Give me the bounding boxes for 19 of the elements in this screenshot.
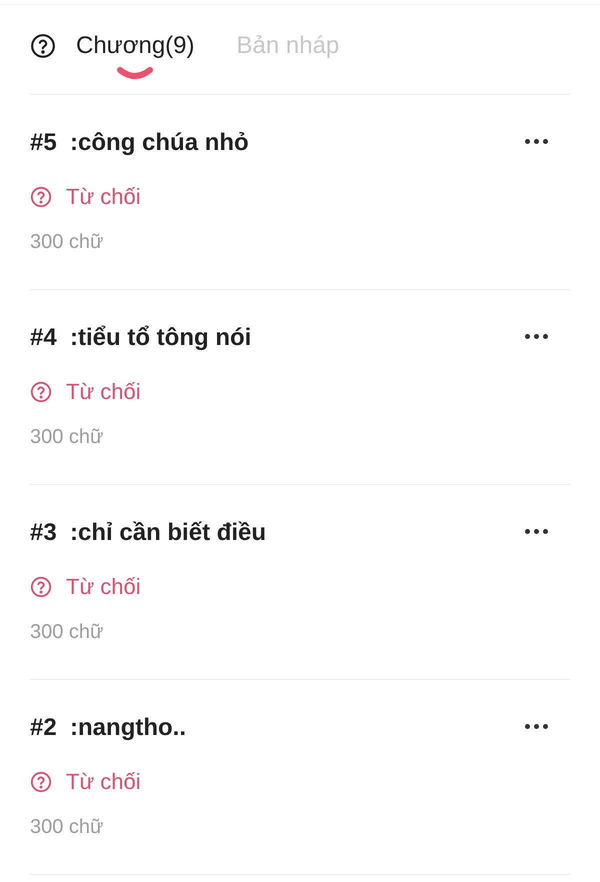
- status-text: Từ chối: [66, 768, 141, 796]
- help-icon: [30, 381, 52, 403]
- tab[interactable]: Chương(9): [76, 32, 195, 60]
- status-text: Từ chối: [66, 378, 141, 406]
- tab-indicator-icon: [116, 66, 154, 80]
- word-count: 300 chữ: [30, 425, 104, 450]
- chapter-title: #3 :chỉ cần biết điều: [30, 518, 266, 548]
- word-count: 300 chữ: [30, 230, 104, 255]
- chapter-title: #5 :công chúa nhỏ: [30, 128, 249, 158]
- chapter-title: #2 :nangtho..: [30, 713, 186, 743]
- status-text: Từ chối: [66, 573, 141, 601]
- help-icon: [30, 576, 52, 598]
- help-icon: [30, 186, 52, 208]
- help-icon: [30, 32, 56, 58]
- word-count: 300 chữ: [30, 620, 104, 645]
- help-icon: [30, 771, 52, 793]
- status-text: Từ chối: [66, 183, 141, 211]
- chapter-title: #4 :tiểu tổ tông nói: [30, 323, 252, 353]
- word-count: 300 chữ: [30, 815, 104, 840]
